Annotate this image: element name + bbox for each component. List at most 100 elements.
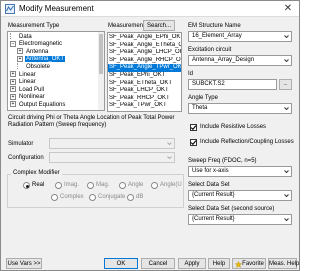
measurement-list-item[interactable]: SF_Peak_TPwr_OKT — [108, 102, 181, 110]
tree-item[interactable]: + Antenna_OKT — [17, 55, 66, 64]
modifier-radio[interactable] — [23, 182, 30, 189]
modifier-radio[interactable] — [89, 194, 96, 201]
select-data-set-label: Select Data Set — [188, 182, 230, 188]
close-icon[interactable]: ✕ — [282, 3, 294, 15]
tree-item-label: Data — [19, 33, 32, 40]
chevron-down-icon — [284, 218, 289, 222]
modifier-radio[interactable] — [119, 182, 126, 189]
chevron-down-icon — [284, 35, 289, 39]
modify-measurement-dialog: Modify Measurement ✕ Measurement Type Da… — [0, 0, 300, 271]
excitation-label: Excitation circuit — [188, 47, 232, 53]
tree-item[interactable]: − Electromagnetic — [10, 40, 63, 49]
apply-button[interactable]: Apply — [178, 258, 206, 269]
expander-icon[interactable]: + — [17, 48, 23, 55]
tree-item-label: Load Pull — [19, 86, 45, 93]
tree-item[interactable]: + Linear — [10, 71, 37, 79]
angle-type-value: Theta — [192, 105, 208, 111]
checkmark-icon — [190, 140, 197, 146]
tree-item[interactable]: + Load Pull — [10, 86, 45, 94]
measurement-type-tree[interactable]: Data − Electromagnetic + Antenna + Antenna_OKT… — [7, 31, 105, 111]
expander-icon[interactable]: + — [17, 55, 23, 62]
id-value: SUBCKT.S2 — [192, 81, 225, 87]
measurement-list-item[interactable]: SF_Peak_RHCP_OKT — [108, 95, 181, 103]
excitation-select[interactable]: Antenna_Array_Design — [188, 55, 292, 66]
measurement-list-item[interactable]: SF_Peak_Angle_LHCP_OKT — [108, 49, 181, 57]
id-more-button[interactable]: ... — [279, 79, 292, 90]
search-button[interactable]: Search... — [143, 20, 175, 31]
expander-icon[interactable]: − — [10, 40, 16, 47]
measurement-list-item[interactable]: SF_Peak_Angle_EPhi_OKT — [108, 34, 181, 42]
sweep-freq-label: Sweep Freq (FDOC, n=5) — [188, 158, 257, 164]
chevron-down-icon — [167, 156, 172, 160]
include-resistive-checkbox[interactable] — [190, 124, 197, 131]
tree-item[interactable]: Obsolete — [17, 63, 51, 71]
ok-button[interactable]: OK — [104, 258, 138, 269]
expander-icon[interactable] — [17, 63, 23, 70]
select-data-set2-select[interactable]: {Current Result} — [188, 214, 292, 225]
sweep-freq-value: Use for x-axis — [192, 168, 229, 174]
id-input[interactable]: SUBCKT.S2 — [188, 79, 277, 90]
tree-item-label: Antenna — [26, 48, 49, 55]
modifier-label: Real — [32, 182, 45, 188]
modifier-radio[interactable] — [55, 182, 62, 189]
measurement-list-item[interactable]: SF_Peak_LHCP_OKT — [108, 87, 181, 95]
modifier-radio[interactable] — [87, 182, 94, 189]
expander-icon[interactable] — [10, 33, 16, 39]
use-vars-button[interactable]: Use Vars >> — [6, 258, 42, 269]
simulator-select[interactable] — [49, 138, 175, 149]
include-reflection-checkbox[interactable] — [190, 139, 197, 146]
chevron-down-icon — [167, 142, 172, 146]
tree-item[interactable]: + Output Equations — [10, 101, 66, 109]
angle-type-select[interactable]: Theta — [188, 103, 292, 114]
complex-modifier-label: Complex Modifier — [11, 170, 62, 176]
favorite-label: Favorite — [242, 261, 264, 267]
em-structure-label: EM Structure Name — [188, 23, 241, 29]
measurement-list-item[interactable]: SF_Peak_Angle_RHCP_OKT — [108, 57, 181, 65]
modifier-label: Mag. — [96, 182, 110, 188]
modifier-label: Imag. — [64, 182, 80, 188]
tree-item[interactable]: + Nonlinear — [10, 93, 46, 102]
configuration-select[interactable] — [49, 152, 175, 163]
configuration-label: Configuration — [8, 155, 44, 161]
measurement-list-item[interactable]: SF_Peak_Angle_TPwr_OKT — [108, 64, 181, 72]
title-bar: Modify Measurement ✕ — [1, 1, 299, 17]
expander-icon[interactable]: + — [10, 93, 16, 100]
modifier-radio[interactable] — [151, 182, 158, 189]
favorite-button[interactable]: Favorite — [232, 258, 266, 269]
expander-icon[interactable]: + — [10, 86, 16, 93]
expander-icon[interactable]: + — [10, 101, 16, 108]
modifier-label: Conjugate — [98, 194, 126, 200]
tree-item-label: Nonlinear — [19, 94, 45, 101]
measurement-label: Measurement — [108, 23, 145, 29]
tree-scrollbar-thumb[interactable] — [99, 34, 103, 74]
tree-item[interactable]: Data — [10, 33, 33, 41]
tree-item-label: Antenna_OKT — [25, 56, 66, 63]
select-data-set2-value: {Current Result} — [192, 216, 235, 222]
help-button[interactable]: Help — [208, 258, 230, 269]
modifier-label: dB — [136, 194, 144, 200]
meas-help-button[interactable]: Meas. Help — [268, 258, 299, 269]
tree-item[interactable]: + Antenna — [17, 48, 49, 56]
measurement-list[interactable]: SF_Peak_Angle_EPhi_OKT SF_Peak_Angle_EThe… — [107, 32, 182, 112]
em-structure-select[interactable]: 16_Element_Array — [188, 31, 292, 42]
tree-item[interactable]: + Linear — [10, 78, 37, 87]
window-title: Modify Measurement — [19, 4, 94, 13]
measurement-list-item[interactable]: SF_Peak_EPhi_OKT — [108, 72, 181, 80]
expander-icon[interactable]: + — [10, 71, 16, 77]
select-data-set-value: {Current Result} — [192, 192, 235, 198]
modifier-radio[interactable] — [127, 194, 134, 201]
expander-icon[interactable]: + — [10, 78, 16, 85]
select-data-set-select[interactable]: {Current Result} — [188, 190, 292, 201]
measurement-list-item[interactable]: SF_Peak_Angle_ETheta_OKT — [108, 42, 181, 50]
cancel-button[interactable]: Cancel — [141, 258, 175, 269]
excitation-value: Antenna_Array_Design — [192, 57, 255, 63]
measurement-type-label: Measurement Type — [8, 23, 60, 29]
sweep-freq-select[interactable]: Use for x-axis — [188, 166, 292, 177]
modifier-label: Angle(U — [160, 182, 182, 188]
measurement-list-item[interactable]: SF_Peak_ETheta_OKT — [108, 80, 181, 88]
tree-scrollbar[interactable] — [98, 32, 104, 110]
modifier-radio[interactable] — [51, 194, 58, 201]
chevron-down-icon — [284, 107, 289, 111]
angle-type-label: Angle Type — [188, 95, 218, 101]
modifier-label: Complex — [60, 194, 84, 200]
